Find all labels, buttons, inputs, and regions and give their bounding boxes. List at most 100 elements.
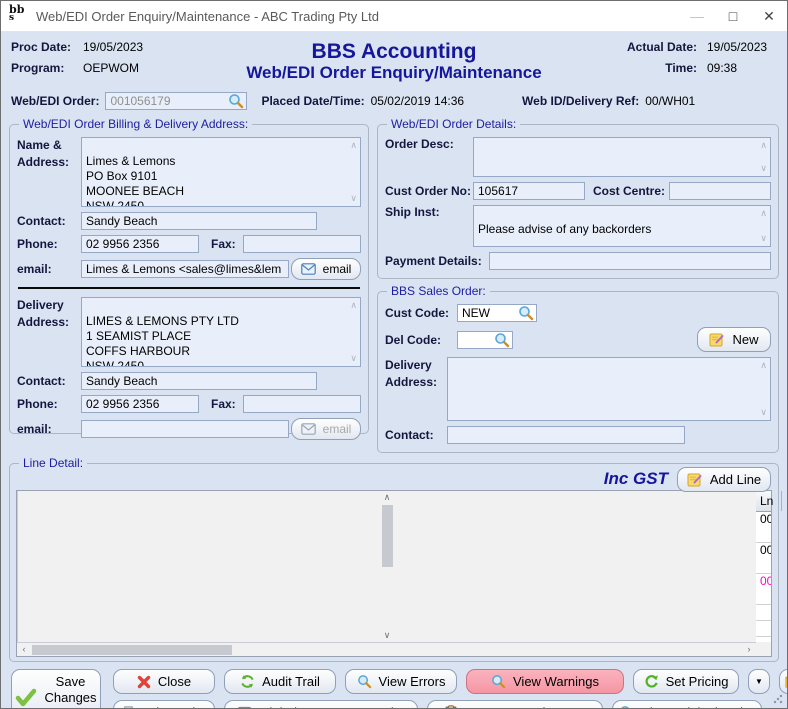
window-title: Web/EDI Order Enquiry/Maintenance - ABC …: [36, 9, 679, 24]
bbs-delivery-address-textarea[interactable]: ∧ ∨: [447, 357, 771, 421]
magnifier-icon: [491, 674, 506, 689]
envelope-icon: [301, 423, 316, 435]
table-row[interactable]: 500010 2BOX $10.01 Tall Glass Set - Meta…: [756, 527, 771, 542]
cost-centre-input[interactable]: [669, 182, 771, 200]
scroll-up-icon[interactable]: ∧: [760, 141, 767, 150]
close-button[interactable]: Close: [113, 669, 215, 694]
billing-phone-input[interactable]: 02 9956 2356: [81, 235, 199, 253]
payment-details-label: Payment Details:: [385, 254, 489, 268]
close-window-button[interactable]: ✕: [751, 1, 787, 32]
billing-address-textarea[interactable]: Limes & Lemons PO Box 9101 MOONEE BEACH …: [81, 137, 361, 207]
billing-email-button[interactable]: email: [291, 258, 361, 280]
del-code-input[interactable]: [457, 331, 513, 349]
set-pricing-button[interactable]: Set Pricing: [633, 669, 739, 694]
search-icon[interactable]: [228, 93, 244, 109]
billing-email-label: email:: [17, 262, 81, 276]
add-line-button[interactable]: Add Line: [677, 467, 771, 492]
minimize-button[interactable]: —: [679, 1, 715, 32]
search-icon[interactable]: [494, 332, 510, 348]
delivery-email-label: email:: [17, 422, 81, 436]
delivery-email-input[interactable]: [81, 420, 289, 438]
red-x-icon: [137, 675, 151, 689]
archive-drawer-icon: [237, 706, 252, 709]
recycle-icon: [240, 674, 255, 689]
bbs-contact-label: Contact:: [385, 428, 447, 442]
save-changes-button[interactable]: Save Changes (F6): [11, 669, 101, 709]
scroll-down-icon[interactable]: ∨: [350, 354, 357, 363]
total-row: BBS Total (inc) 56.05: [756, 620, 771, 636]
bbs-logo-icon: bbs: [9, 6, 29, 26]
delivery-phone-label: Phone:: [17, 397, 81, 411]
view-warnings-button[interactable]: View Warnings: [466, 669, 624, 694]
audit-trail-button[interactable]: Audit Trail: [224, 669, 336, 694]
resize-grip[interactable]: [773, 694, 783, 704]
bbs-sales-order-group-title: BBS Sales Order:: [387, 284, 490, 298]
scroll-down-icon[interactable]: ∨: [380, 629, 394, 642]
program-value: OEPWOM: [83, 61, 139, 75]
ship-inst-textarea[interactable]: Please advise of any backorders ∧ ∨: [473, 205, 771, 247]
billing-contact-input[interactable]: Sandy Beach: [81, 212, 317, 230]
cust-order-no-input[interactable]: 105617: [473, 182, 585, 200]
inc-gst-label: Inc GST: [604, 469, 668, 489]
cust-code-input[interactable]: NEW: [457, 304, 537, 322]
webedi-order-input[interactable]: 001056179: [105, 92, 247, 110]
delivery-address-textarea[interactable]: LIMES & LEMONS PTY LTD 1 SEAMIST PLACE C…: [81, 297, 361, 367]
scroll-right-icon[interactable]: ›: [742, 643, 756, 656]
col-item-code: Item Code: [782, 491, 788, 511]
view-errors-button[interactable]: View Errors: [345, 669, 457, 694]
delivery-fax-label: Fax:: [211, 397, 243, 411]
vertical-scroll-thumb[interactable]: [382, 505, 393, 567]
table-row[interactable]: 500002 3EACH $5.775*CAH* Stainless Steel…: [756, 589, 771, 604]
delivery-contact-input[interactable]: Sandy Beach: [81, 372, 317, 390]
scroll-down-icon[interactable]: ∨: [350, 194, 357, 203]
billing-delivery-group: Web/EDI Order Billing & Delivery Address…: [9, 124, 369, 434]
scroll-up-icon[interactable]: ∧: [350, 301, 357, 310]
scroll-up-icon[interactable]: ∧: [350, 141, 357, 150]
delivery-email-button[interactable]: email: [291, 418, 361, 440]
table-row[interactable]: 0026GS 2EACH 9.35New Fully Allocated6 GL…: [756, 542, 771, 558]
delivery-fax-input[interactable]: [243, 395, 361, 413]
order-desc-textarea[interactable]: ∧ ∨: [473, 137, 771, 177]
title-bar: bbs Web/EDI Order Enquiry/Maintenance - …: [1, 1, 787, 32]
payment-details-input[interactable]: [489, 252, 771, 270]
scroll-up-icon[interactable]: ∧: [760, 209, 767, 218]
order-details-group: Web/EDI Order Details: Order Desc: ∧ ∨ C…: [377, 124, 779, 279]
name-address-label: Name & Address:: [17, 137, 81, 171]
new-button[interactable]: New: [697, 327, 771, 352]
bbs-contact-input[interactable]: [447, 426, 685, 444]
scroll-up-icon[interactable]: ∧: [760, 361, 767, 370]
notes-attachments-button[interactable]: Notes & Attachments: [427, 700, 603, 709]
webedi-order-label: Web/EDI Order:: [11, 94, 99, 108]
line-items-table: Ln Item Code Qty UOM Price Inc Line Stat…: [16, 490, 772, 657]
table-row[interactable]: 500008 2EACH $9.35 6 Glass Set - Small: [756, 558, 771, 573]
search-icon[interactable]: [518, 305, 534, 321]
time-label: Time:: [615, 61, 697, 75]
scroll-left-icon[interactable]: ‹: [17, 643, 31, 656]
scroll-up-icon[interactable]: ∧: [380, 491, 394, 504]
set-pricing-dropdown-button[interactable]: ▼: [748, 669, 770, 694]
print-order-button[interactable]: Print Order: [113, 700, 215, 709]
scroll-down-icon[interactable]: ∨: [760, 408, 767, 417]
table-row[interactable]: 001TGASMETAL 12EACH 1.76New Fully Alloca…: [756, 512, 771, 527]
add-folder-button[interactable]: [779, 669, 788, 694]
placed-datetime-label: Placed Date/Time:: [261, 94, 364, 108]
horizontal-scroll-thumb[interactable]: [32, 645, 232, 655]
scroll-down-icon[interactable]: ∨: [760, 164, 767, 173]
table-vertical-scrollbar[interactable]: ∧ ∨: [17, 491, 756, 642]
scroll-down-icon[interactable]: ∨: [760, 234, 767, 243]
col-ln: Ln: [756, 491, 782, 511]
global-customer-enquiry-button[interactable]: Global Customer Enquiry: [224, 700, 418, 709]
line-detail-group: Line Detail: Inc GST Add Line Ln Item Co…: [9, 463, 779, 662]
table-row[interactable]: 003BRSB1 3PK6 5.78New (Msg) 2 OH + 1 due…: [756, 573, 771, 589]
actual-date-label: Actual Date:: [615, 40, 697, 54]
chevron-down-icon: ▼: [755, 677, 763, 686]
table-horizontal-scrollbar[interactable]: ‹ ›: [17, 642, 756, 656]
view-original-order-button[interactable]: View Original Order: [612, 700, 762, 709]
billing-fax-input[interactable]: [243, 235, 361, 253]
billing-email-input[interactable]: Limes & Lemons <sales@limes&lem: [81, 260, 289, 278]
program-label: Program:: [11, 61, 83, 75]
magnifier-icon: [357, 674, 372, 689]
cust-code-label: Cust Code:: [385, 306, 457, 320]
maximize-button[interactable]: □: [715, 1, 751, 32]
delivery-phone-input[interactable]: 02 9956 2356: [81, 395, 199, 413]
